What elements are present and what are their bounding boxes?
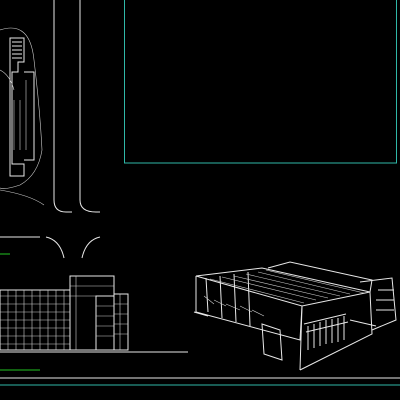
building-elevation[interactable] [0,275,188,353]
site-plan[interactable] [0,27,45,206]
roads [0,0,101,259]
layout-viewport-frame[interactable] [124,0,397,164]
drawing-canvas[interactable] [0,0,400,400]
sheet-border [0,377,400,386]
building-axonometric[interactable] [193,261,397,371]
cad-model-space[interactable] [0,0,400,400]
